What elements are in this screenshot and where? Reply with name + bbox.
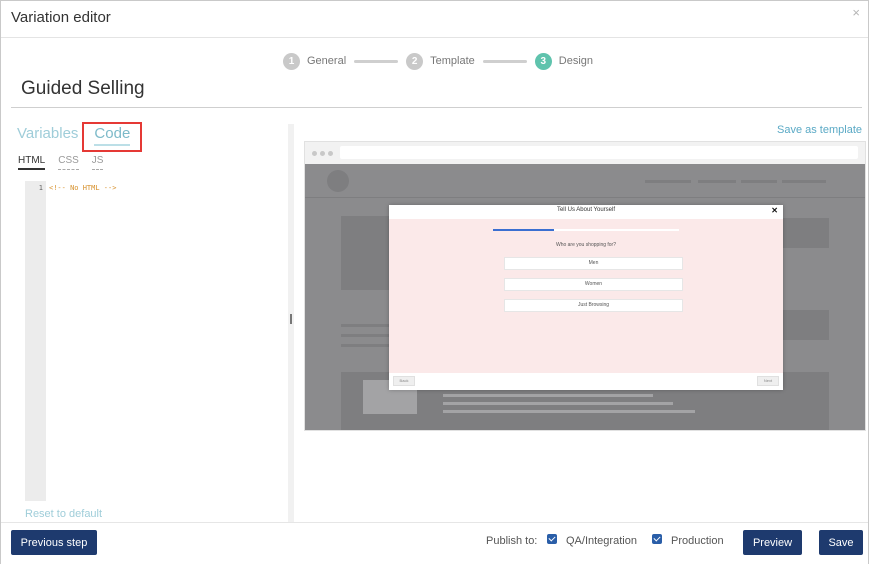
modal-progress-fill <box>493 229 555 231</box>
step-template[interactable]: 2 Template <box>406 52 475 70</box>
preview-sidebar-placeholder <box>781 218 829 248</box>
dialog-header: Variation editor × <box>1 1 868 38</box>
preview-nav-placeholder <box>782 180 826 183</box>
preview-header-rule <box>305 197 865 198</box>
reset-to-default-link[interactable]: Reset to default <box>25 508 102 520</box>
panel-splitter[interactable] <box>288 124 294 522</box>
browser-bar <box>305 142 865 164</box>
preview-page: Tell Us About Yourself ✕ Who are you sho… <box>305 164 865 430</box>
page-title: Guided Selling <box>21 78 145 99</box>
preview-nav-placeholder <box>741 180 777 183</box>
preview-logo-placeholder <box>327 170 349 192</box>
save-as-template-link[interactable]: Save as template <box>777 124 862 136</box>
preview-text-placeholder <box>341 324 389 327</box>
modal-back-button[interactable]: Back <box>393 376 415 386</box>
stepper: 1 General 2 Template 3 Design <box>283 52 593 70</box>
modal-header: Tell Us About Yourself ✕ <box>389 205 783 219</box>
preview-nav-placeholder <box>698 180 736 183</box>
preview-text-placeholder <box>443 402 673 405</box>
option-women[interactable]: Women <box>504 278 683 291</box>
step-connector <box>354 59 399 63</box>
editor-tabs: Variables Code <box>17 122 143 152</box>
editor-gutter: 1 <box>25 181 46 501</box>
option-men[interactable]: Men <box>504 257 683 270</box>
step-number: 1 <box>283 52 300 70</box>
modal-progress-bar <box>493 229 679 231</box>
production-label: Production <box>671 535 724 547</box>
previous-step-button[interactable]: Previous step <box>11 530 97 555</box>
qa-integration-label: QA/Integration <box>566 535 637 547</box>
tab-variables[interactable]: Variables <box>17 125 78 142</box>
step-connector <box>482 59 527 63</box>
preview-text-placeholder <box>443 410 695 413</box>
guided-selling-modal: Tell Us About Yourself ✕ Who are you sho… <box>389 205 783 390</box>
subtab-js[interactable]: JS <box>91 155 104 170</box>
tab-code-highlight: Code <box>82 122 143 152</box>
modal-title: Tell Us About Yourself <box>556 207 616 213</box>
browser-dot-icon <box>312 151 317 156</box>
line-number: 1 <box>38 184 43 192</box>
option-just-browsing[interactable]: Just Browsing <box>504 299 683 312</box>
variation-editor-dialog: Variation editor × 1 General 2 Template … <box>0 0 869 564</box>
code-editor[interactable]: 1 <!-- No HTML --> <box>25 181 283 501</box>
preview-button[interactable]: Preview <box>743 530 802 555</box>
modal-footer: Back Next <box>389 373 783 390</box>
tab-code[interactable]: Code <box>94 125 131 146</box>
dialog-footer: Previous step Publish to: QA/Integration… <box>1 522 868 564</box>
step-number: 2 <box>406 52 424 70</box>
step-number: 3 <box>534 52 552 70</box>
divider <box>11 107 862 108</box>
step-label: Design <box>558 55 594 67</box>
production-checkbox[interactable] <box>652 534 662 544</box>
qa-integration-checkbox[interactable] <box>547 534 557 544</box>
preview-text-placeholder <box>341 334 389 337</box>
code-subtabs: HTML CSS JS <box>18 155 116 170</box>
preview-nav-placeholder <box>645 180 691 183</box>
step-label: Template <box>430 55 475 67</box>
dialog-title: Variation editor <box>11 9 111 26</box>
code-line[interactable]: <!-- No HTML --> <box>49 184 116 192</box>
publish-to-label: Publish to: <box>486 535 538 547</box>
url-bar <box>340 146 858 159</box>
preview-text-placeholder <box>443 394 653 397</box>
subtab-html[interactable]: HTML <box>18 155 46 170</box>
preview-sidebar-placeholder <box>781 310 829 340</box>
save-button[interactable]: Save <box>819 530 863 555</box>
browser-dot-icon <box>328 151 333 156</box>
preview-browser: Tell Us About Yourself ✕ Who are you sho… <box>304 141 866 431</box>
close-icon[interactable]: × <box>852 5 860 20</box>
subtab-css[interactable]: CSS <box>58 155 79 170</box>
browser-dot-icon <box>320 151 325 156</box>
step-general[interactable]: 1 General <box>283 52 347 70</box>
modal-question: Who are you shopping for? <box>555 242 617 248</box>
modal-close-icon[interactable]: ✕ <box>771 206 778 215</box>
splitter-grip-icon[interactable] <box>290 314 292 324</box>
step-design[interactable]: 3 Design <box>534 52 594 70</box>
preview-text-placeholder <box>341 344 389 347</box>
step-label: General <box>307 55 347 67</box>
modal-next-button[interactable]: Next <box>757 376 779 386</box>
